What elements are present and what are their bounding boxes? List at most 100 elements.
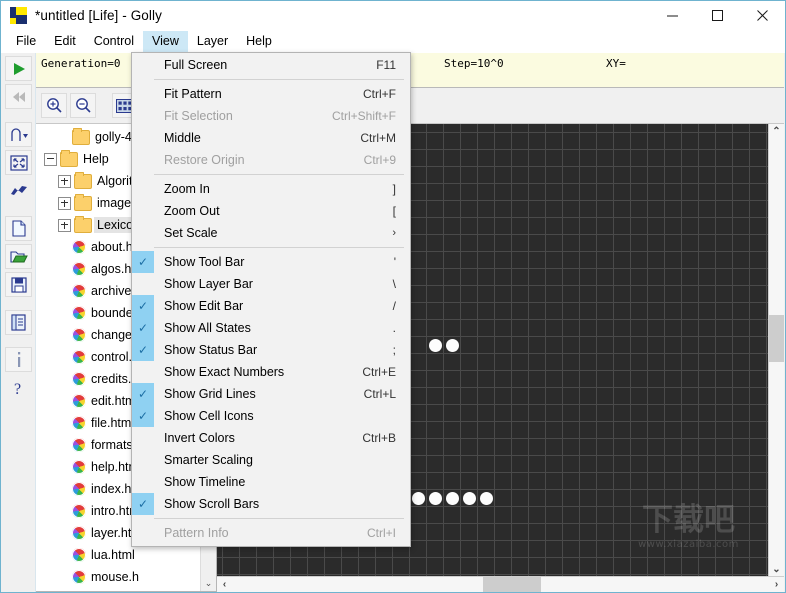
collapse-node-icon[interactable] — [44, 152, 57, 166]
tree-row[interactable]: overlay.l — [36, 588, 201, 591]
menu-item-show-cell-icons[interactable]: ✓ Show Cell Icons — [132, 405, 410, 427]
menu-check-slot — [132, 127, 154, 149]
life-cell[interactable] — [428, 338, 442, 352]
canvas-horizontal-scrollbar[interactable]: ‹ › — [217, 576, 784, 592]
zoom-in-button[interactable] — [41, 93, 67, 118]
html-file-icon — [72, 416, 86, 430]
open-pattern-button[interactable] — [5, 244, 32, 269]
view-dropdown-menu[interactable]: Full Screen F11 Fit Pattern Ctrl+F Fit Selec… — [131, 52, 411, 547]
menu-item-label: Zoom Out — [164, 204, 220, 218]
file-tree-scroll-down-arrow[interactable]: ⌄ — [201, 576, 216, 591]
life-cell[interactable] — [445, 491, 459, 505]
menu-item-label: Middle — [164, 131, 201, 145]
menu-item-zoom-in[interactable]: Zoom In] — [132, 178, 410, 200]
menu-layer[interactable]: Layer — [188, 31, 237, 52]
maximize-button[interactable] — [695, 1, 740, 30]
html-file-icon — [72, 394, 86, 408]
menu-item-show-all-states[interactable]: ✓ Show All States. — [132, 317, 410, 339]
canvas-hscroll-thumb[interactable] — [483, 577, 541, 592]
life-cell[interactable] — [445, 338, 459, 352]
checkmark-icon: ✓ — [132, 295, 154, 317]
tree-item-label: algos.ht — [91, 262, 135, 276]
menu-check-slot — [132, 105, 154, 127]
checkmark-icon: ✓ — [132, 383, 154, 405]
menu-edit[interactable]: Edit — [45, 31, 85, 52]
menu-item-show-layer-bar[interactable]: Show Layer Bar \ — [132, 273, 410, 295]
left-tool-bar: ? — [2, 53, 36, 592]
menu-separator — [154, 79, 404, 80]
question-mark-icon: ? — [14, 381, 21, 397]
algorithm-button[interactable] — [5, 122, 32, 147]
menu-item-smarter-scaling[interactable]: Smarter Scaling — [132, 449, 410, 471]
menu-check-slot — [132, 149, 154, 171]
menu-item-show-status-bar[interactable]: ✓ Show Status Bar; — [132, 339, 410, 361]
expand-node-icon[interactable] — [58, 218, 71, 232]
tree-row[interactable]: mouse.h — [36, 566, 201, 588]
tree-item-label: Help — [83, 152, 109, 166]
menu-help[interactable]: Help — [237, 31, 281, 52]
info-button[interactable] — [5, 347, 32, 372]
tree-row[interactable]: lua.html — [36, 544, 201, 566]
canvas-scroll-left-arrow[interactable]: ‹ — [217, 577, 232, 592]
life-cell[interactable] — [479, 491, 493, 505]
menu-file[interactable]: File — [7, 31, 45, 52]
menu-item-show-tool-bar[interactable]: ✓ Show Tool Bar ' — [132, 251, 410, 273]
html-file-icon — [72, 306, 86, 320]
menu-item-invert-colors[interactable]: Invert Colors Ctrl+B — [132, 427, 410, 449]
expand-node-icon[interactable] — [58, 174, 71, 188]
show-patterns-button[interactable] — [5, 310, 32, 335]
minimize-button[interactable] — [650, 1, 695, 30]
menu-item-show-grid-lines[interactable]: ✓ Show Grid Lines Ctrl+L — [132, 383, 410, 405]
menu-item-set-scale[interactable]: Set Scale › — [132, 222, 410, 244]
canvas-vscroll-thumb[interactable] — [769, 315, 784, 362]
canvas-scroll-right-arrow[interactable]: › — [769, 577, 784, 592]
new-pattern-button[interactable] — [5, 216, 32, 241]
menu-item-show-scroll-bars[interactable]: ✓ Show Scroll Bars — [132, 493, 410, 515]
status-step: Step=10^0 — [444, 57, 504, 70]
canvas-scroll-up-arrow[interactable]: ⌃ — [769, 124, 784, 139]
expand-node-icon[interactable] — [58, 196, 71, 210]
menu-item-label: Show Grid Lines — [164, 387, 256, 401]
tree-item-label: edit.htm — [91, 394, 136, 408]
menu-check-slot — [132, 200, 154, 222]
life-cell[interactable] — [462, 491, 476, 505]
menu-item-label: Show Edit Bar — [164, 299, 244, 313]
tree-item-label: file.html — [91, 416, 135, 430]
checkmark-icon: ✓ — [132, 317, 154, 339]
menu-item-label: Show All States — [164, 321, 251, 335]
canvas-scroll-down-arrow[interactable]: ⌄ — [769, 562, 784, 577]
start-generating-button[interactable] — [5, 56, 32, 81]
menu-separator — [154, 247, 404, 248]
help-button[interactable]: ? — [5, 375, 32, 400]
menu-item-label: Show Scroll Bars — [164, 497, 260, 511]
menu-item-show-timeline[interactable]: Show Timeline — [132, 471, 410, 493]
menu-control[interactable]: Control — [85, 31, 143, 52]
menu-item-show-exact-numbers[interactable]: Show Exact Numbers Ctrl+E — [132, 361, 410, 383]
fit-pattern-button[interactable] — [5, 150, 32, 175]
life-cell[interactable] — [411, 491, 425, 505]
menu-item-label: Show Layer Bar — [164, 277, 253, 291]
life-cell[interactable] — [428, 491, 442, 505]
chevron-right-icon: › — [392, 227, 396, 239]
hyperspeed-button[interactable] — [5, 178, 32, 203]
menu-item-zoom-out[interactable]: Zoom Out [ — [132, 200, 410, 222]
zoom-out-button[interactable] — [70, 93, 96, 118]
save-pattern-button[interactable] — [5, 272, 32, 297]
folder-icon — [60, 149, 78, 167]
menu-check-slot — [132, 54, 154, 76]
tree-item-label: index.ht — [91, 482, 135, 496]
menu-view[interactable]: View — [143, 31, 188, 52]
zoom-in-icon — [46, 98, 62, 113]
close-button[interactable] — [740, 1, 785, 30]
canvas-vertical-scrollbar[interactable]: ⌃ ⌄ — [768, 124, 784, 577]
tree-item-label: formats. — [91, 438, 137, 452]
menu-item-show-edit-bar[interactable]: ✓ Show Edit Bar / — [132, 295, 410, 317]
reset-button[interactable] — [5, 84, 32, 109]
html-file-icon — [72, 350, 86, 364]
menu-item-middle[interactable]: Middle Ctrl+M — [132, 127, 410, 149]
menu-item-full-screen[interactable]: Full Screen F11 — [132, 54, 410, 76]
html-file-icon — [72, 284, 86, 298]
menu-item-fit-pattern[interactable]: Fit Pattern Ctrl+F — [132, 83, 410, 105]
info-icon — [17, 351, 20, 367]
folder-icon — [74, 171, 92, 189]
